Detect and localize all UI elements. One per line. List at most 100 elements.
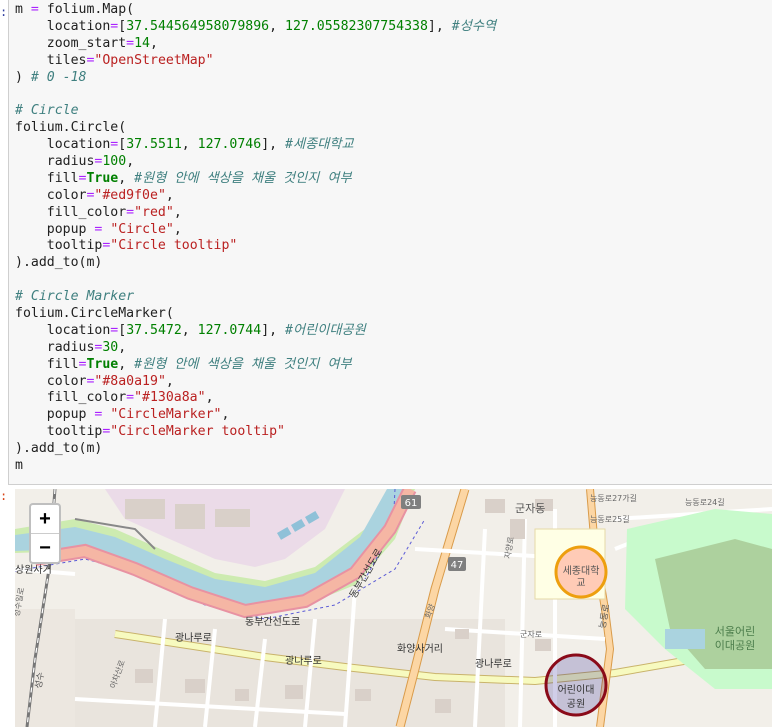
zoom-out-button[interactable]: − — [31, 533, 59, 562]
gunjadong-label: 군자동 — [515, 502, 545, 515]
code-token: = — [126, 204, 135, 220]
code-token: , — [150, 35, 158, 51]
output-prompt: : — [0, 489, 8, 503]
dongbu-label: 동부간선도로 — [245, 616, 300, 628]
code-token: # Circle Marker — [15, 289, 135, 305]
code-line: location=[37.5511, 127.0746], #세종대학교 — [15, 137, 496, 154]
code-token: [ — [118, 137, 127, 153]
code-token: zoom_start — [15, 35, 127, 51]
code-line: popup = "CircleMarker", — [15, 407, 496, 424]
map-output[interactable]: 61 47 군자동 세종대학 교 서울어린 이대공원 어린이대 공원 동부간선도… — [15, 489, 772, 727]
code-token: , — [126, 154, 135, 170]
code-token: ). — [15, 255, 31, 271]
code-token: color — [15, 187, 87, 203]
sejong-label-2: 교 — [576, 578, 585, 589]
code-token: #어린이대공원 — [285, 322, 366, 338]
code-line: tooltip="Circle tooltip" — [15, 238, 496, 255]
code-token: 14 — [134, 35, 150, 51]
route-61-label: 61 — [405, 498, 418, 509]
code-token: , — [269, 18, 285, 34]
code-token: , — [118, 170, 135, 186]
park-label-1: 서울어린 — [715, 625, 755, 638]
code-token: location — [15, 137, 111, 153]
code-token: radius — [15, 339, 95, 355]
sejong-label: 세종대학 — [563, 565, 600, 577]
code-token: ). — [15, 441, 31, 457]
code-line: zoom_start=14, — [15, 36, 496, 53]
code-line: tooltip="CircleMarker tooltip" — [15, 424, 496, 441]
code-line: tiles="OpenStreetMap" — [15, 53, 496, 70]
code-cell[interactable]: m = folium.Map( location=[37.54456495807… — [8, 0, 772, 485]
code-token: 37.5511 — [126, 137, 182, 153]
code-line: popup = "Circle", — [15, 222, 496, 239]
code-token: "red" — [134, 204, 174, 220]
code-token: , — [165, 373, 174, 389]
code-line: ) # 0 -18 — [15, 70, 496, 87]
map-tiles[interactable]: 61 47 군자동 세종대학 교 서울어린 이대공원 어린이대 공원 동부간선도… — [15, 489, 772, 727]
code-token: location — [15, 322, 111, 338]
code-token: "CircleMarker" — [110, 407, 222, 423]
code-token: fill — [15, 356, 79, 372]
code-token: = — [126, 35, 135, 51]
code-line: color="#ed9f0e", — [15, 188, 496, 205]
code-token: True — [86, 356, 119, 372]
gwangnaru-label-1: 광나루로 — [175, 632, 212, 644]
code-token: "Circle tooltip" — [110, 238, 238, 254]
code-token: fill — [15, 170, 79, 186]
code-token: add_to(m) — [30, 255, 103, 271]
code-line: radius=100, — [15, 154, 496, 171]
code-line: fill=True, #원형 안에 색상을 채울 것인지 여부 — [15, 357, 496, 374]
code-token: , — [173, 204, 182, 220]
code-token: "CircleMarker tooltip" — [110, 424, 285, 440]
code-token: tiles — [15, 52, 87, 68]
code-token: folium.Circle( — [15, 120, 127, 136]
code-token: 100 — [102, 154, 127, 170]
code-token: add_to(m) — [30, 441, 103, 457]
code-token: m — [15, 2, 31, 17]
code-token: 37.5472 — [126, 322, 182, 338]
code-token: # Circle — [15, 103, 79, 119]
code-token: popup — [15, 221, 95, 237]
gunja-label: 군자로 — [520, 630, 542, 639]
code-token: , — [181, 137, 198, 153]
code-token: "Circle" — [110, 221, 174, 237]
code-token: popup — [15, 407, 95, 423]
code-token: ], — [427, 18, 452, 34]
zoom-in-button[interactable]: + — [31, 505, 59, 533]
children-label-1: 어린이대 — [558, 684, 595, 696]
route-47-label: 47 — [451, 560, 464, 571]
code-token: "#ed9f0e" — [94, 187, 166, 203]
code-line: folium.CircleMarker( — [15, 306, 496, 323]
code-token: tooltip — [15, 238, 103, 254]
code-token: ) — [15, 69, 31, 85]
code-token: 30 — [102, 339, 119, 355]
code-editor[interactable]: m = folium.Map( location=[37.54456495807… — [15, 2, 496, 475]
gwangnaru-label-3: 광나루로 — [475, 658, 512, 670]
code-line: fill=True, #원형 안에 색상을 채울 것인지 여부 — [15, 171, 496, 188]
code-line: m — [15, 458, 496, 475]
code-token: folium.CircleMarker( — [15, 306, 174, 322]
gwangnaru-label-2: 광나루로 — [285, 655, 322, 667]
code-line: color="#8a0a19", — [15, 374, 496, 391]
code-token: True — [86, 170, 119, 186]
code-token: , — [181, 322, 198, 338]
code-token: # 0 -18 — [30, 69, 87, 85]
code-line: radius=30, — [15, 340, 496, 357]
park-label-2: 이대공원 — [715, 639, 755, 652]
code-token: fill_color — [15, 204, 127, 220]
code-token: , — [221, 407, 230, 423]
code-token: , — [118, 356, 135, 372]
code-token: "OpenStreetMap" — [94, 52, 214, 68]
code-token: 127.05582307754338 — [285, 18, 428, 34]
code-line: fill_color="#130a8a", — [15, 390, 496, 407]
code-token: #원형 안에 색상을 채울 것인지 여부 — [134, 356, 352, 372]
code-line: folium.Circle( — [15, 120, 496, 137]
code-line: fill_color="red", — [15, 205, 496, 222]
children-label-2: 공원 — [567, 698, 585, 710]
code-token: [ — [118, 322, 127, 338]
zoom-control: + − — [29, 503, 61, 564]
code-token: color — [15, 373, 87, 389]
code-token: , — [118, 339, 127, 355]
